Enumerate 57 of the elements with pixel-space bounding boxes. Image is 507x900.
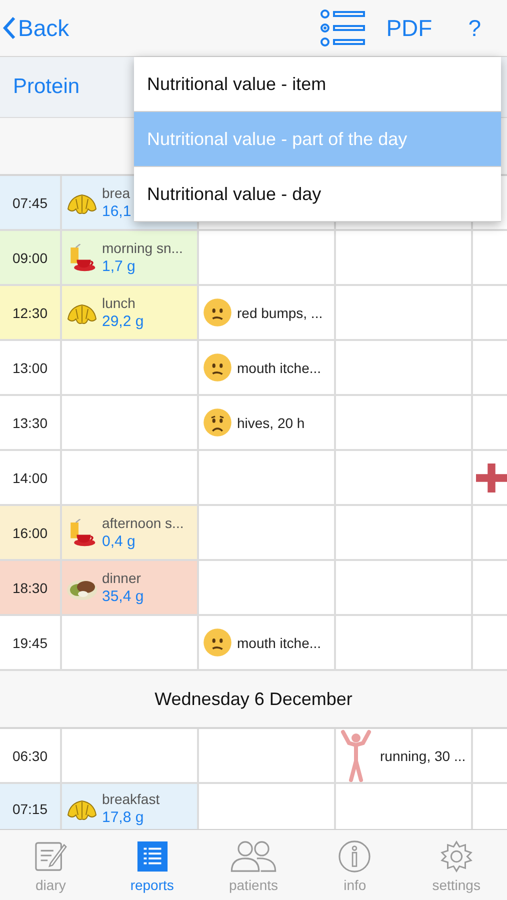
time-cell: 12:30: [0, 286, 62, 339]
protein-amount: 16,1: [102, 203, 132, 220]
meal-name: afternoon s...: [102, 515, 184, 531]
meal-name: lunch: [102, 295, 136, 311]
list-icon: [136, 840, 169, 873]
menu-item[interactable]: Nutritional value - day: [134, 167, 501, 222]
protein-amount: 29,2 g: [102, 313, 144, 330]
meal-cell[interactable]: lunch 29,2 g: [62, 286, 199, 339]
symptom-text: mouth itche...: [237, 634, 322, 650]
confused-face-icon: [203, 298, 232, 327]
time-cell: 16:00: [0, 506, 62, 559]
people-icon: [228, 840, 279, 873]
time-cell: 18:30: [0, 561, 62, 614]
plus-icon[interactable]: [476, 462, 507, 492]
help-button[interactable]: ?: [468, 14, 481, 42]
time-cell: 19:45: [0, 616, 62, 669]
back-button[interactable]: Back: [2, 14, 70, 42]
meal-cell[interactable]: afternoon s... 0,4 g: [62, 506, 199, 559]
meal-name: breakfast: [102, 791, 160, 807]
tab-item[interactable]: info: [304, 830, 406, 900]
menu-item[interactable]: Nutritional value - part of the day: [134, 112, 501, 167]
nutrient-title[interactable]: Protein: [13, 75, 80, 99]
protein-amount: 35,4 g: [102, 588, 144, 605]
worried-face-icon: [203, 408, 232, 437]
symptom-text: red bumps, ...: [237, 304, 323, 320]
confused-face-icon: [203, 353, 232, 382]
time-cell: 06:30: [0, 729, 62, 782]
tab-item[interactable]: patients: [202, 830, 304, 900]
symptom-text: hives, 20 h: [237, 414, 305, 430]
meal-cell[interactable]: morning sn... 1,7 g: [62, 231, 199, 284]
protein-amount: 1,7 g: [102, 258, 136, 275]
time-cell: 14:00: [0, 451, 62, 504]
time-cell: 09:00: [0, 231, 62, 284]
protein-amount: 17,8 g: [102, 809, 145, 826]
running-figure-icon: [340, 729, 372, 782]
menu-item[interactable]: Nutritional value - item: [134, 57, 501, 112]
day-title: Wednesday 6 December: [154, 688, 352, 710]
info-icon: [338, 840, 372, 873]
settings-icon: [440, 840, 473, 873]
symptom-text: mouth itche...: [237, 360, 322, 376]
tab-item[interactable]: reports: [101, 830, 203, 900]
meal-name: morning sn...: [102, 240, 183, 256]
meal-cell[interactable]: dinner 35,4 g: [62, 561, 199, 614]
time-cell: 07:45: [0, 176, 62, 229]
protein-amount: 0,4 g: [102, 533, 136, 550]
list-options-icon[interactable]: [320, 9, 366, 47]
time-cell: 13:00: [0, 341, 62, 394]
meal-name: dinner: [102, 570, 142, 586]
meal-name: brea: [102, 185, 132, 201]
tab-item[interactable]: settings: [406, 830, 507, 900]
chevron-icon: [2, 16, 16, 40]
confused-face-icon: [203, 628, 232, 657]
pdf-button[interactable]: PDF: [386, 14, 432, 42]
time-cell: 13:30: [0, 396, 62, 449]
tab-item[interactable]: diary: [0, 830, 102, 900]
notepad-pencil-icon: [34, 840, 68, 873]
activity-text: running, 30 ...: [380, 748, 466, 764]
